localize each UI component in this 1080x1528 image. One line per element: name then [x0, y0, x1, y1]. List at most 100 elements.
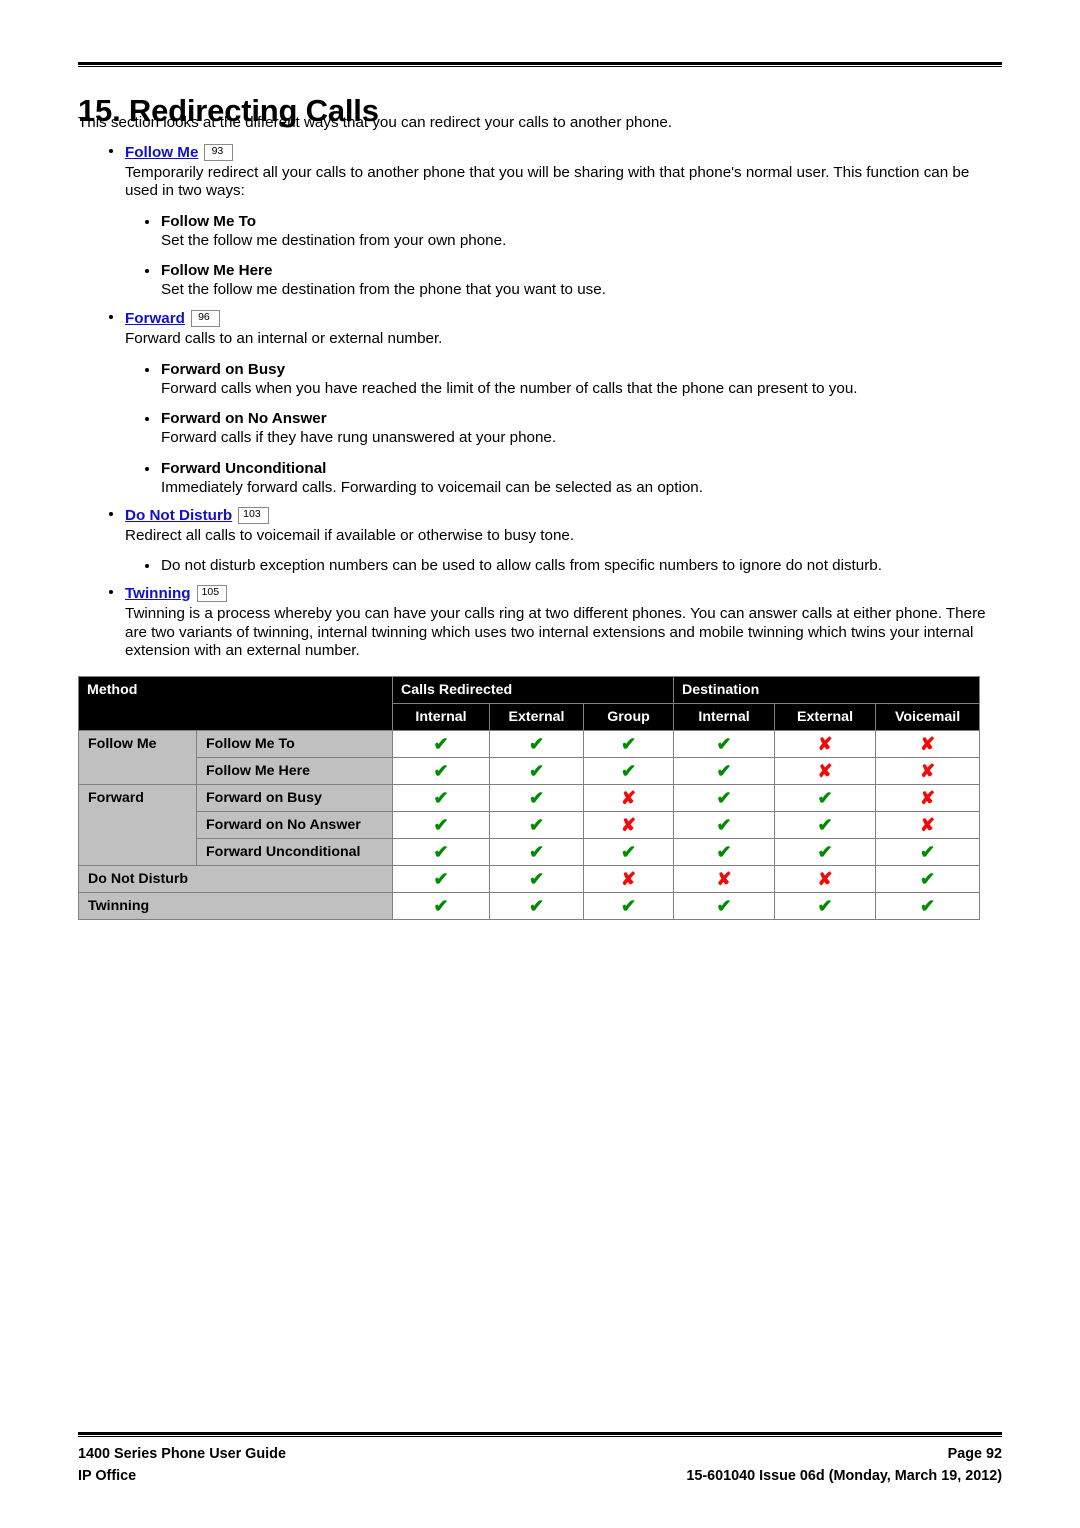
page-reference-icon[interactable]: 103: [238, 507, 269, 525]
cell-internal-dest: ✔: [673, 784, 776, 812]
link-do-not-disturb[interactable]: Do Not Disturb: [125, 506, 232, 526]
bullet-icon: [109, 589, 113, 594]
cross-icon: ✘: [716, 869, 732, 889]
check-icon: ✔: [716, 815, 732, 835]
check-icon: ✔: [920, 896, 936, 916]
table-header-row-top: Method Calls Redirected Destination: [78, 676, 981, 731]
link-twinning[interactable]: Twinning: [125, 584, 191, 604]
subsection-body: Set the follow me destination from the p…: [161, 281, 606, 299]
page-footer: 1400 Series Phone User Guide Page 92 IP …: [78, 1443, 1002, 1487]
header-calls-internal: Internal: [392, 703, 490, 731]
cell-external-dest: ✔: [774, 784, 877, 812]
cross-icon: ✘: [920, 761, 936, 781]
bullet-icon: [145, 219, 149, 224]
cell-internal-dest: ✔: [673, 730, 776, 758]
cell-voicemail-dest: ✔: [875, 838, 981, 866]
subsection-title: Forward Unconditional: [161, 459, 327, 477]
cell-internal-calls: ✔: [392, 865, 490, 893]
check-icon: ✔: [920, 869, 936, 889]
footer-guide-title: 1400 Series Phone User Guide: [78, 1446, 286, 1462]
check-icon: ✔: [528, 788, 545, 808]
check-icon: ✔: [528, 842, 545, 862]
section-body: Redirect all calls to voicemail if avail…: [125, 527, 575, 545]
section-do-not-disturb: Do Not Disturb 103 Redirect all calls to…: [78, 506, 1002, 575]
header-calls-group: Group: [582, 703, 675, 731]
cell-group-calls: ✘: [582, 865, 675, 893]
footer-row-2: IP Office 15-601040 Issue 06d (Monday, M…: [78, 1465, 1002, 1487]
header-rule: [78, 62, 1002, 67]
table-row: Forward Unconditional ✔ ✔ ✔ ✔ ✔ ✔: [79, 838, 981, 866]
table-row: Twinning ✔ ✔ ✔ ✔ ✔ ✔: [78, 892, 981, 920]
document-content: This section looks at the different ways…: [78, 114, 1002, 663]
footer-page-number: Page 92: [947, 1446, 1002, 1462]
page-reference-icon[interactable]: 105: [196, 584, 227, 602]
section-forward: Forward 96 Forward calls to an internal …: [78, 309, 1002, 497]
bullet-icon: [145, 417, 149, 422]
section-follow-me: Follow Me 93 Temporarily redirect all yo…: [78, 143, 1002, 300]
check-icon: ✔: [920, 842, 936, 862]
subsection-dnd-exception: Do not disturb exception numbers can be …: [125, 556, 1002, 575]
page-reference-icon[interactable]: 96: [190, 309, 220, 327]
row-label-follow-me-to: Follow Me To: [196, 730, 393, 758]
check-icon: ✔: [528, 869, 545, 889]
redirection-matrix-table: Method Calls Redirected Destination Inte…: [78, 676, 981, 920]
group-label-follow-me: Follow Me: [78, 730, 197, 785]
header-dest-voicemail: Voicemail: [875, 703, 981, 731]
row-label-follow-me-here: Follow Me Here: [196, 757, 393, 785]
check-icon: ✔: [817, 842, 833, 862]
section-body: Twinning is a process whereby you can ha…: [125, 604, 986, 660]
bullet-icon: [145, 269, 149, 274]
row-label-forward-on-busy: Forward on Busy: [196, 784, 393, 812]
cell-internal-dest: ✔: [673, 892, 776, 920]
header-calls-external: External: [489, 703, 584, 731]
cell-external-dest: ✘: [774, 730, 877, 758]
cell-external-dest: ✘: [774, 865, 877, 893]
subsection-forward-on-no-answer: Forward on No Answer Forward calls if th…: [125, 409, 1002, 448]
link-follow-me[interactable]: Follow Me: [125, 143, 198, 163]
header-destination: Destination: [673, 676, 981, 704]
table-row: Forward Forward on Busy ✔ ✔ ✘ ✔ ✔ ✘: [78, 784, 981, 866]
subsection-body: Do not disturb exception numbers can be …: [161, 556, 882, 574]
check-icon: ✔: [716, 788, 732, 808]
check-icon: ✔: [817, 788, 833, 808]
cell-internal-dest: ✔: [673, 838, 776, 866]
check-icon: ✔: [817, 896, 833, 916]
cell-external-dest: ✘: [774, 757, 877, 785]
footer-row-1: 1400 Series Phone User Guide Page 92: [78, 1443, 1002, 1465]
header-method: Method: [78, 676, 393, 731]
cell-external-calls: ✔: [489, 865, 584, 893]
cell-external-calls: ✔: [489, 757, 584, 785]
cell-internal-calls: ✔: [392, 757, 490, 785]
link-forward[interactable]: Forward: [125, 309, 185, 329]
bullet-icon: [145, 563, 149, 568]
subsection-body: Set the follow me destination from your …: [161, 231, 507, 249]
table-row: Forward on No Answer ✔ ✔ ✘ ✔ ✔ ✘: [79, 811, 981, 839]
page-reference-icon[interactable]: 93: [204, 143, 234, 161]
check-icon: ✔: [716, 734, 732, 754]
cell-group-calls: ✔: [582, 838, 675, 866]
cell-internal-calls: ✔: [392, 892, 490, 920]
section-heading: Twinning 105: [125, 584, 1002, 604]
check-icon: ✔: [716, 842, 732, 862]
cell-internal-calls: ✔: [392, 730, 490, 758]
bullet-icon: [145, 466, 149, 471]
header-dest-internal: Internal: [673, 703, 776, 731]
subsection-title: Follow Me To: [161, 212, 257, 230]
row-label-forward-on-no-answer: Forward on No Answer: [196, 811, 393, 839]
header-dest-external: External: [774, 703, 877, 731]
cross-icon: ✘: [920, 788, 936, 808]
section-heading: Follow Me 93: [125, 143, 1002, 163]
cell-external-dest: ✔: [774, 811, 877, 839]
subsection-forward-on-busy: Forward on Busy Forward calls when you h…: [125, 360, 1002, 399]
cell-external-calls: ✔: [489, 730, 584, 758]
bullet-icon: [109, 148, 113, 153]
cell-external-calls: ✔: [489, 838, 584, 866]
table-body: Follow Me Follow Me To ✔ ✔ ✔ ✔ ✘ ✘ Follow Me Her…: [78, 730, 981, 920]
cell-group-calls: ✘: [582, 784, 675, 812]
check-icon: ✔: [433, 896, 449, 916]
check-icon: ✔: [433, 842, 449, 862]
bullet-icon: [109, 512, 113, 517]
table-row: Follow Me Here ✔ ✔ ✔ ✔ ✘ ✘: [79, 757, 981, 785]
cell-external-calls: ✔: [489, 892, 584, 920]
cross-icon: ✘: [817, 869, 833, 889]
